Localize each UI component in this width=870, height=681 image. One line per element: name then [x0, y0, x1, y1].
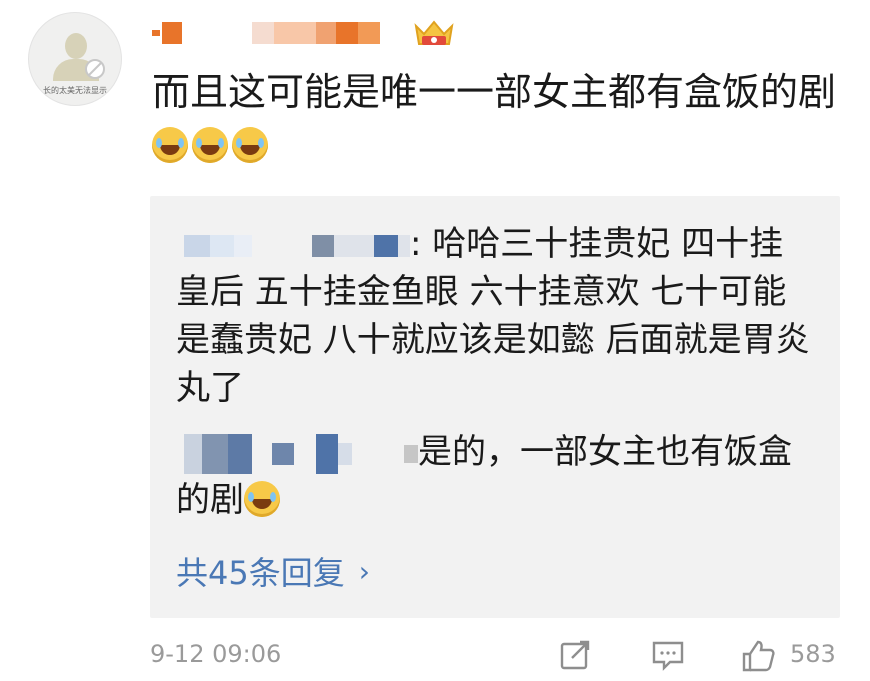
pixel-block [316, 433, 338, 474]
avatar[interactable]: 长的太美无法显示 [28, 12, 122, 106]
thumbs-up-icon[interactable] [740, 638, 778, 674]
more-replies-link[interactable]: 共45条回复 › [176, 548, 370, 594]
pixel-block [252, 22, 274, 44]
comment-icon[interactable] [650, 638, 686, 672]
pixel-block [374, 234, 398, 257]
reply-text: : 哈哈三十挂贵妃 四十挂皇后 五十挂金鱼眼 六十挂意欢 七十可能是蠢贵妃 八十… [176, 224, 810, 408]
pixel-block [152, 30, 160, 36]
username-censored[interactable] [152, 20, 380, 46]
pixel-block [358, 22, 380, 44]
laugh-cry-emoji [152, 127, 188, 163]
avatar-head [65, 33, 87, 59]
pixel-block [202, 433, 228, 474]
pixel-block [210, 234, 234, 257]
like-count: 583 [790, 640, 836, 668]
pixel-block [336, 22, 358, 44]
crown-icon [414, 20, 454, 45]
pixel-block [272, 442, 294, 465]
pixel-block [312, 234, 334, 257]
laugh-cry-emoji [244, 481, 280, 517]
laugh-cry-emoji [192, 127, 228, 163]
pixel-block [316, 22, 336, 44]
pixel-block [404, 444, 418, 463]
pixel-block [234, 234, 252, 257]
avatar-caption: 长的太美无法显示 [43, 86, 107, 95]
pixel-block [334, 234, 374, 257]
pixel-block [184, 433, 202, 474]
reply-item[interactable]: : 哈哈三十挂贵妃 四十挂皇后 五十挂金鱼眼 六十挂意欢 七十可能是蠢贵妃 八十… [176, 220, 816, 412]
comment-text: 而且这可能是唯一一部女主都有盒饭的剧 [152, 66, 842, 170]
laugh-cry-emoji [232, 127, 268, 163]
pixel-block [338, 442, 352, 465]
comment-body: 而且这可能是唯一一部女主都有盒饭的剧 [152, 70, 837, 114]
chevron-right-icon: › [358, 554, 370, 588]
pixel-block [184, 234, 210, 257]
share-icon[interactable] [558, 638, 592, 672]
reply-item[interactable]: 是的，一部女主也有饭盒的剧 [176, 428, 816, 524]
pixel-block [398, 234, 410, 257]
pixel-block [274, 22, 316, 44]
more-replies-label: 共45条回复 [176, 554, 345, 592]
pixel-block [162, 22, 182, 44]
ban-icon [85, 59, 105, 79]
timestamp: 9-12 09:06 [150, 640, 282, 668]
pixel-block [228, 433, 252, 474]
